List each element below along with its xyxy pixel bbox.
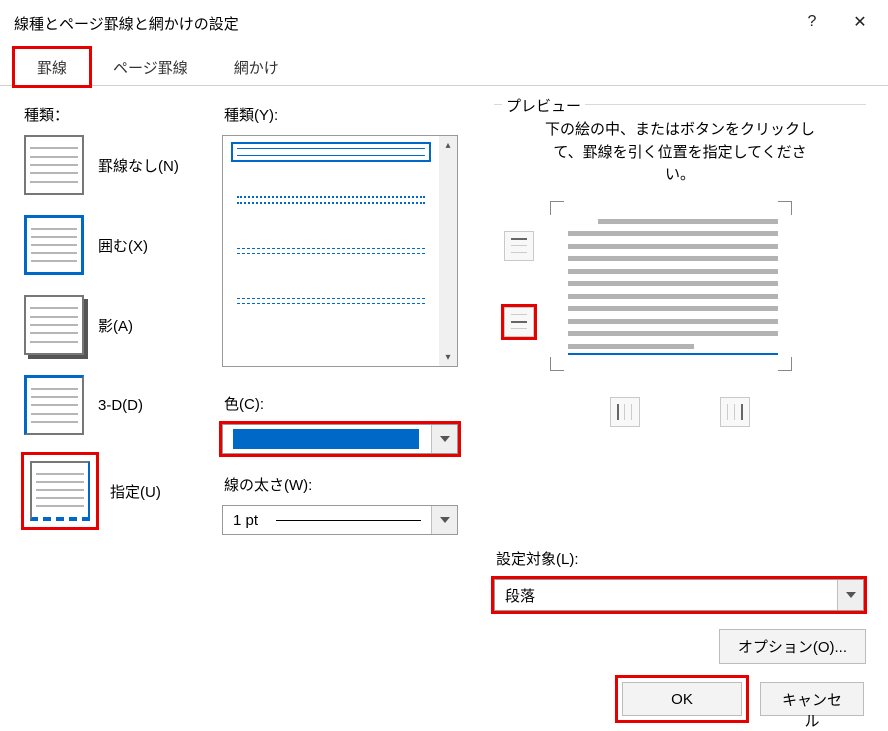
color-dropdown-button[interactable] [431,425,457,453]
setting-column: 種類： 罫線なし(N) 囲む(X) 影(A) 3-D(D) [22,104,206,650]
setting-option-3d[interactable]: 3-D(D) [22,375,206,435]
border-top-icon [510,237,528,255]
help-button[interactable]: ? [788,0,836,44]
setting-icon-shadow [24,295,84,355]
apply-to-value: 段落 [505,585,535,606]
setting-icon-3d [24,375,84,435]
border-left-button[interactable] [610,397,640,427]
border-middle-h-button[interactable] [504,307,534,337]
help-icon: ? [808,13,817,31]
chevron-down-icon [846,592,856,598]
setting-option-shadow-label: 影(A) [98,315,133,336]
preview-paragraph [568,219,778,355]
cancel-button[interactable]: キャンセル [760,682,864,716]
options-button-label: オプション(O)... [738,639,847,656]
dialog-title: 線種とページ罫線と網かけの設定 [14,13,239,34]
close-icon: ✕ [853,12,866,32]
style-listbox[interactable]: ▴ ▾ [222,135,458,367]
apply-to-dropdown-button[interactable] [837,580,863,610]
style-scrollbar[interactable]: ▴ ▾ [439,136,457,366]
apply-to-label: 設定対象(L): [496,548,866,569]
width-label: 線の太さ(W): [224,474,478,495]
cancel-button-label: キャンセル [782,692,842,730]
style-label: 種類(Y): [224,104,478,125]
style-item-solid[interactable] [231,142,431,162]
preview-canvas[interactable] [550,201,792,371]
dialog-body: 種類： 罫線なし(N) 囲む(X) 影(A) 3-D(D) [0,86,888,660]
setting-icon-box [24,215,84,275]
width-value: 1 pt [233,512,258,529]
title-bar: 線種とページ罫線と網かけの設定 ? ✕ [0,0,888,46]
tab-shading[interactable]: 網かけ [211,48,302,86]
width-combo[interactable]: 1 pt [222,505,458,535]
border-top-button[interactable] [504,231,534,261]
setting-option-box-label: 囲む(X) [98,235,148,256]
setting-label: 種類： [24,104,206,125]
tab-shading-label: 網かけ [234,60,279,77]
setting-option-none-label: 罫線なし(N) [98,155,179,176]
ok-button-label: OK [671,691,693,708]
style-item-long-dash[interactable] [231,288,431,314]
color-label: 色(C): [224,393,478,414]
width-dropdown-button[interactable] [431,506,457,534]
border-right-icon [726,403,744,421]
setting-icon-none [24,135,84,195]
ok-button[interactable]: OK [622,682,742,716]
style-item-dotted[interactable] [231,186,431,214]
tab-borders[interactable]: 罫線 [14,48,90,86]
border-right-button[interactable] [720,397,750,427]
border-left-icon [616,403,634,421]
setting-option-custom-label: 指定(U) [110,481,161,502]
preview-legend: プレビュー [502,95,585,116]
tab-page-border-label: ページ罫線 [113,60,188,77]
setting-option-custom[interactable]: 指定(U) [22,455,206,527]
setting-option-box[interactable]: 囲む(X) [22,215,206,275]
tab-page-border[interactable]: ページ罫線 [90,48,211,86]
color-swatch [233,429,419,449]
preview-hint: 下の絵の中、またはボタンをクリックし て、罫線を引く位置を指定してくださ い。 [498,119,862,187]
setting-icon-custom [30,461,90,521]
tab-borders-label: 罫線 [37,60,67,77]
setting-option-none[interactable]: 罫線なし(N) [22,135,206,195]
preview-groupbox: プレビュー 下の絵の中、またはボタンをクリックし て、罫線を引く位置を指定してく… [494,104,866,534]
apply-to-row: 設定対象(L): 段落 [494,548,866,611]
chevron-down-icon [440,436,450,442]
style-column: 種類(Y): ▴ ▾ 色(C): [222,104,478,650]
border-middle-h-icon [510,313,528,331]
chevron-down-icon [440,517,450,523]
dialog-footer: OK キャンセル [0,668,888,730]
scroll-up-icon[interactable]: ▴ [439,136,457,154]
setting-option-shadow[interactable]: 影(A) [22,295,206,355]
setting-option-3d-label: 3-D(D) [98,397,143,414]
apply-to-combo[interactable]: 段落 [494,579,864,611]
tab-strip: 罫線 ページ罫線 網かけ [0,46,888,86]
options-button[interactable]: オプション(O)... [719,629,866,664]
close-button[interactable]: ✕ [836,0,884,44]
color-combo[interactable] [222,424,458,454]
width-preview-line [276,520,421,521]
style-item-dashed[interactable] [231,238,431,264]
scroll-down-icon[interactable]: ▾ [439,348,457,366]
preview-column: プレビュー 下の絵の中、またはボタンをクリックし て、罫線を引く位置を指定してく… [494,104,866,650]
